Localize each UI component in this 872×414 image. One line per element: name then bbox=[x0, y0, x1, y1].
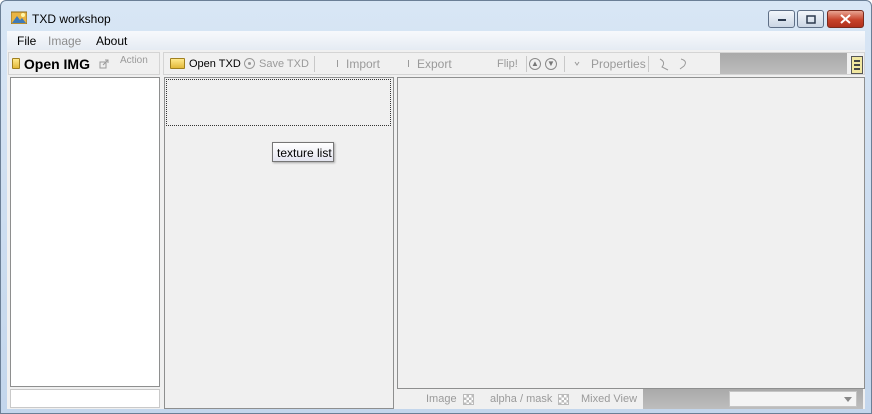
app-window: TXD workshop File Image About Open IMG A… bbox=[0, 0, 872, 414]
close-button[interactable] bbox=[827, 10, 864, 28]
zoom-out-icon bbox=[679, 58, 686, 69]
zoom-in-icon bbox=[659, 58, 669, 70]
save-txd-label: Save TXD bbox=[259, 57, 309, 70]
maximize-icon bbox=[805, 14, 816, 24]
properties-icon bbox=[574, 61, 580, 66]
save-txd-button[interactable]: Save TXD bbox=[244, 53, 309, 74]
background-select[interactable] bbox=[729, 391, 857, 407]
export-button[interactable]: Export bbox=[407, 53, 452, 74]
minimize-icon bbox=[777, 19, 786, 21]
open-img-label: Open IMG bbox=[23, 55, 90, 72]
app-icon bbox=[11, 11, 27, 24]
txd-toolbar: Open TXD Save TXD Import Export Flip! ▲ bbox=[163, 52, 865, 75]
view-mode-bar: Image alpha / mask Mixed View bbox=[397, 389, 865, 409]
arrow-up-icon: ▲ bbox=[529, 57, 541, 70]
window-title: TXD workshop bbox=[32, 12, 111, 26]
zoom-out-button[interactable] bbox=[678, 53, 692, 74]
arrow-down-icon: ▼ bbox=[545, 57, 557, 70]
toolbar-menu-button[interactable] bbox=[851, 54, 863, 75]
toolbar-filler bbox=[720, 53, 847, 74]
export-icon bbox=[408, 59, 409, 67]
client-area: File Image About Open IMG Action Open TX… bbox=[7, 31, 865, 409]
toolbar-separator bbox=[648, 56, 649, 72]
texture-preview[interactable] bbox=[397, 77, 865, 389]
menu-bar: File Image About bbox=[7, 31, 865, 50]
gripper-icon bbox=[851, 55, 863, 74]
texture-list-tooltip: texture list bbox=[272, 142, 334, 162]
image-view-button[interactable]: Image bbox=[426, 391, 474, 407]
chevron-down-icon bbox=[844, 397, 852, 402]
alpha-mask-label: alpha / mask bbox=[490, 393, 553, 405]
action-button[interactable]: Action bbox=[99, 53, 148, 74]
folder-open-icon bbox=[170, 58, 185, 69]
import-icon bbox=[337, 59, 338, 67]
open-txd-label: Open TXD bbox=[189, 57, 241, 70]
toolbar-separator bbox=[314, 56, 315, 72]
maximize-button[interactable] bbox=[797, 10, 824, 28]
open-img-button[interactable]: Open IMG bbox=[12, 53, 90, 74]
action-arrow-icon bbox=[99, 59, 109, 68]
menu-image[interactable]: Image bbox=[48, 34, 81, 48]
mixed-view-button[interactable]: Mixed View bbox=[581, 391, 637, 407]
checker-icon bbox=[558, 393, 570, 405]
image-view-label: Image bbox=[426, 393, 457, 405]
export-label: Export bbox=[417, 56, 452, 71]
folder-open-icon bbox=[12, 58, 20, 69]
checker-icon bbox=[462, 393, 474, 405]
action-label: Action bbox=[120, 55, 148, 66]
open-txd-button[interactable]: Open TXD bbox=[170, 53, 241, 74]
import-button[interactable]: Import bbox=[336, 53, 380, 74]
import-label: Import bbox=[346, 56, 381, 71]
texture-list[interactable] bbox=[164, 77, 394, 409]
img-file-list[interactable] bbox=[10, 77, 160, 387]
flip-button[interactable]: Flip! bbox=[497, 53, 518, 74]
toolbar-separator bbox=[564, 56, 565, 72]
move-up-button[interactable]: ▲ bbox=[529, 53, 543, 74]
mixed-view-label: Mixed View bbox=[581, 393, 638, 405]
texture-list-focus bbox=[166, 79, 391, 126]
menu-file[interactable]: File bbox=[17, 34, 36, 48]
menu-about[interactable]: About bbox=[96, 34, 127, 48]
properties-button[interactable]: Properties bbox=[574, 53, 646, 74]
img-filter-box[interactable] bbox=[10, 389, 160, 408]
title-bar[interactable]: TXD workshop bbox=[1, 1, 871, 31]
save-disk-icon bbox=[244, 58, 255, 69]
zoom-in-button[interactable] bbox=[657, 53, 671, 74]
flip-label: Flip! bbox=[497, 57, 518, 70]
img-toolbar: Open IMG Action bbox=[8, 52, 160, 75]
properties-label: Properties bbox=[591, 56, 646, 71]
toolbar-separator bbox=[526, 56, 527, 72]
alpha-mask-view-button[interactable]: alpha / mask bbox=[490, 391, 570, 407]
close-icon bbox=[840, 14, 851, 24]
minimize-button[interactable] bbox=[768, 10, 795, 28]
move-down-button[interactable]: ▼ bbox=[545, 53, 559, 74]
